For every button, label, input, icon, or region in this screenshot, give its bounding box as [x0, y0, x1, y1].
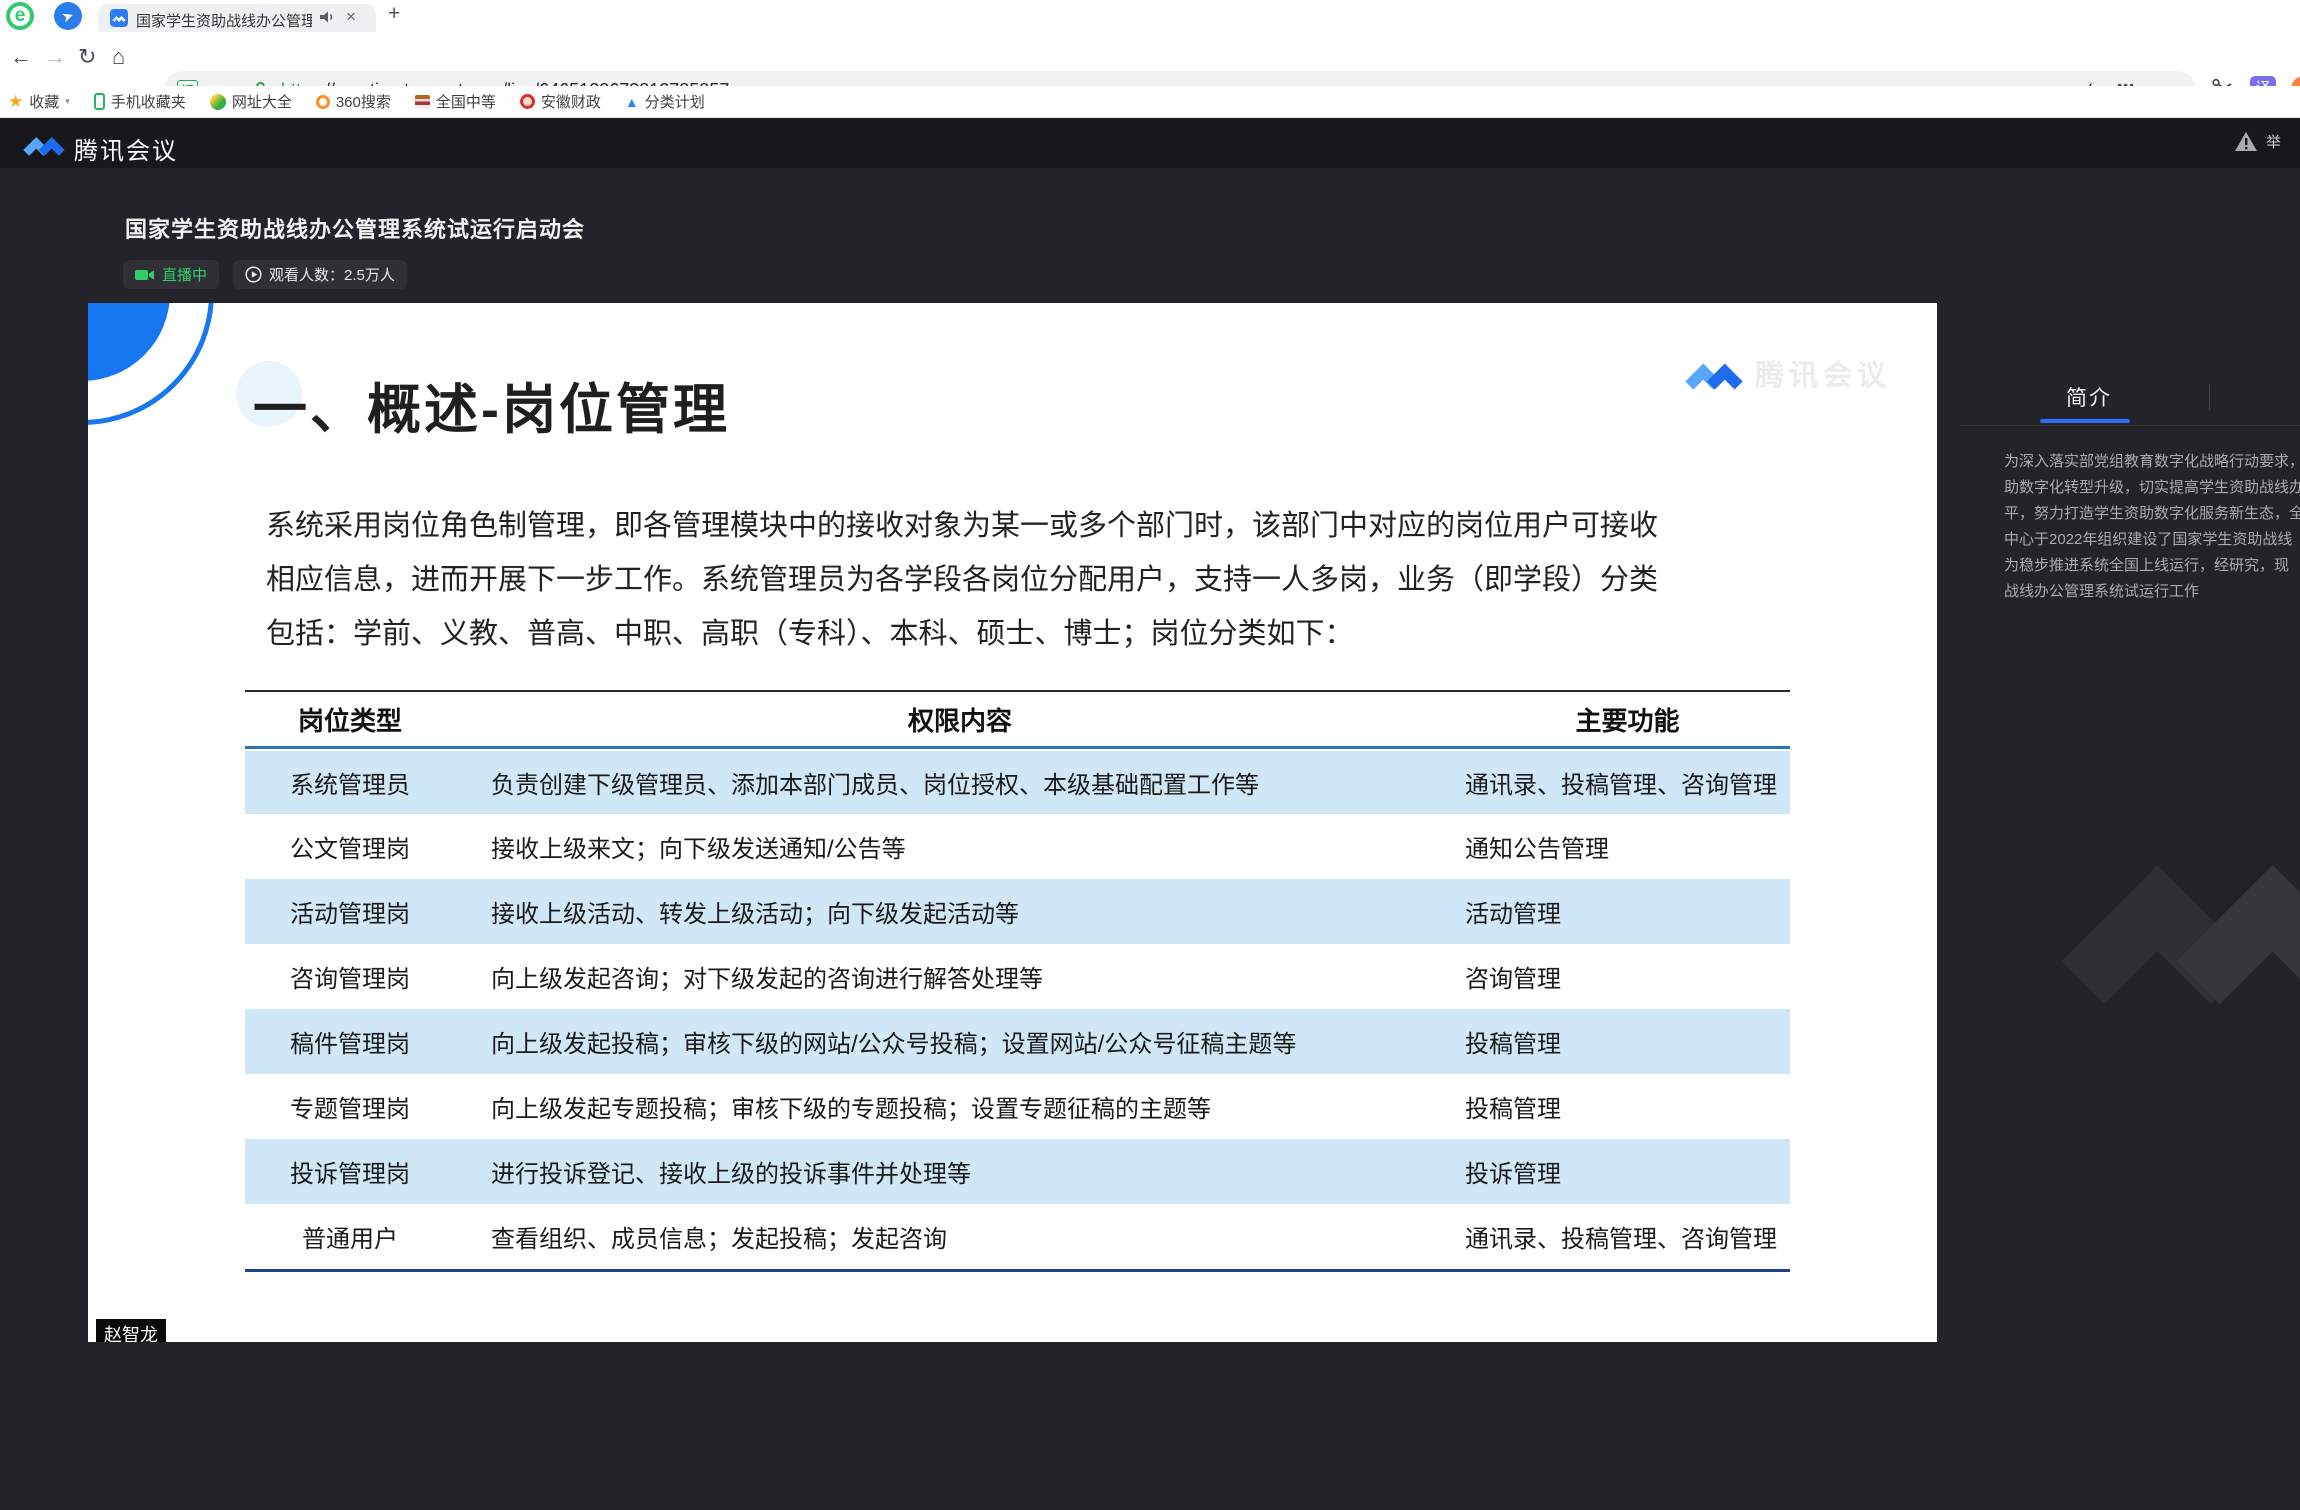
- tab-divider: [2209, 384, 2210, 410]
- col-header-permissions: 权限内容: [455, 701, 1465, 738]
- report-button[interactable]: 举: [2234, 131, 2281, 152]
- table-row: 稿件管理岗 向上级发起投稿；审核下级的网站/公众号投稿；设置网站/公众号征稿主题…: [245, 1009, 1790, 1074]
- bookmark-favorites[interactable]: ★ 收藏 ▾: [8, 91, 70, 112]
- slide-title: 一、概述-岗位管理: [253, 365, 730, 444]
- intro-line: 为稳步推进系统全国上线运行，经研究，现: [2004, 553, 2300, 579]
- bookmark-label: 收藏: [29, 91, 59, 112]
- live-page-main: 国家学生资助战线办公管理系统试运行启动会 直播中 观看人数：2.5万人 一、概述…: [0, 168, 2300, 1342]
- bookmark-label: 360搜索: [336, 91, 391, 112]
- live-status-badge: 直播中: [123, 260, 219, 289]
- new-tab-button[interactable]: +: [388, 2, 400, 26]
- slide-paragraph: 系统采用岗位角色制管理，即各管理模块中的接收对象为某一或多个部门时，该部门中对应…: [266, 499, 1658, 661]
- intro-line: 战线办公管理系统试运行工作: [2004, 579, 2300, 605]
- camera-icon: [135, 267, 155, 283]
- back-icon[interactable]: ←: [10, 44, 32, 70]
- viewers-count: 观看人数：2.5万人: [269, 264, 395, 285]
- table-row: 咨询管理岗 向上级发起咨询；对下级发起的咨询进行解答处理等 咨询管理: [245, 944, 1790, 1009]
- bookmark-site-directory[interactable]: 网址大全: [210, 91, 292, 112]
- live-title: 国家学生资助战线办公管理系统试运行启动会: [125, 212, 585, 244]
- emblem-icon: [520, 94, 535, 109]
- play-circle-icon: [245, 266, 262, 283]
- bookmark-national-site[interactable]: 全国中等: [415, 91, 496, 112]
- browser-logo-icon[interactable]: e: [6, 2, 34, 30]
- tab-active-indicator: [2040, 419, 2130, 423]
- tab-introduction[interactable]: 简介: [2066, 382, 2112, 412]
- browser-tab-strip: e ➤ 国家学生资助战线办公管理 × +: [0, 0, 2300, 32]
- bookmark-label: 分类计划: [645, 91, 705, 112]
- bookmark-label: 手机收藏夹: [111, 91, 186, 112]
- table-header-row: 岗位类型 权限内容 主要功能: [245, 692, 1790, 749]
- tab-favicon-icon: [110, 9, 128, 27]
- bookmark-phone-favorites[interactable]: 手机收藏夹: [94, 91, 186, 112]
- introduction-text: 为深入落实部党组教育数字化战略行动要求， 助数字化转型升级，切实提高学生资助战线…: [2004, 449, 2300, 605]
- table-row: 活动管理岗 接收上级活动、转发上级活动；向下级发起活动等 活动管理: [245, 879, 1790, 944]
- search-ring-icon: [316, 95, 330, 109]
- bookmark-anhui-finance[interactable]: 安徽财政: [520, 91, 601, 112]
- tab-audio-icon[interactable]: [320, 10, 336, 29]
- caret-down-icon: ▾: [65, 96, 70, 107]
- intro-line: 平，努力打造学生资助数字化服务新生态，全: [2004, 501, 2300, 527]
- browser-toolbar: ← → ↻ ⌂ 证 腾讯 https://meeting.tencent.com…: [0, 32, 2300, 86]
- table-row: 公文管理岗 接收上级来文；向下级发送通知/公告等 通知公告管理: [245, 814, 1790, 879]
- report-label-partial: 举: [2266, 131, 2281, 152]
- home-icon[interactable]: ⌂: [112, 44, 125, 70]
- table-row: 投诉管理岗 进行投诉登记、接收上级的投诉事件并处理等 投诉管理: [245, 1139, 1790, 1204]
- brand-name: 腾讯会议: [74, 131, 178, 166]
- star-icon: ★: [8, 92, 23, 112]
- sidebar-divider: [1960, 425, 2300, 426]
- live-badge-label: 直播中: [162, 264, 207, 285]
- intro-line: 助数字化转型升级，切实提高学生资助战线办: [2004, 475, 2300, 501]
- col-header-functions: 主要功能: [1465, 701, 1790, 738]
- presenter-name-tag: 赵智龙: [96, 1319, 166, 1342]
- table-row: 专题管理岗 向上级发起专题投稿；审核下级的专题投稿；设置专题征稿的主题等 投稿管…: [245, 1074, 1790, 1139]
- tab-title: 国家学生资助战线办公管理: [136, 10, 312, 31]
- bookmark-category-plan[interactable]: ▲ 分类计划: [625, 91, 705, 112]
- meeting-header: 腾讯会议 举: [0, 118, 2300, 168]
- warning-icon: [2234, 131, 2258, 152]
- triangle-icon: ▲: [625, 94, 639, 110]
- slide-watermark: 腾讯会议: [1683, 351, 1891, 394]
- paragraph-line: 包括：学前、义教、普高、中职、高职（专科）、本科、硕士、博士；岗位分类如下：: [266, 607, 1658, 661]
- tencent-meeting-logo-icon: [1683, 351, 1745, 394]
- tencent-meeting-logo-icon: [22, 128, 66, 159]
- active-tab[interactable]: 国家学生资助战线办公管理 ×: [98, 4, 376, 32]
- bookmark-label: 网址大全: [232, 91, 292, 112]
- video-player[interactable]: 一、概述-岗位管理 腾讯会议 系统采用岗位角色制管理，即各管理模块中的接收对象为…: [88, 303, 1937, 1342]
- col-header-role: 岗位类型: [245, 701, 455, 738]
- sidebar: 简介 为深入落实部党组教育数字化战略行动要求， 助数字化转型升级，切实提高学生资…: [1960, 336, 2300, 1510]
- roles-table: 岗位类型 权限内容 主要功能 系统管理员 负责创建下级管理员、添加本部门成员、岗…: [245, 690, 1790, 1272]
- table-row: 系统管理员 负责创建下级管理员、添加本部门成员、岗位授权、本级基础配置工作等 通…: [245, 749, 1790, 814]
- globe-icon: [210, 94, 226, 110]
- background-watermark-logo-icon: [2050, 798, 2300, 1028]
- phone-icon: [94, 93, 105, 110]
- table-row: 普通用户 查看组织、成员信息；发起投稿；发起咨询 通讯录、投稿管理、咨询管理: [245, 1204, 1790, 1269]
- flag-icon: [415, 95, 430, 109]
- paragraph-line: 相应信息，进而开展下一步工作。系统管理员为各学段各岗位分配用户，支持一人多岗，业…: [266, 553, 1658, 607]
- bookmark-label: 全国中等: [436, 91, 496, 112]
- bookmark-360-search[interactable]: 360搜索: [316, 91, 391, 112]
- table-body: 系统管理员 负责创建下级管理员、添加本部门成员、岗位授权、本级基础配置工作等 通…: [245, 749, 1790, 1269]
- watermark-text: 腾讯会议: [1755, 352, 1891, 394]
- paragraph-line: 系统采用岗位角色制管理，即各管理模块中的接收对象为某一或多个部门时，该部门中对应…: [266, 499, 1658, 553]
- refresh-icon[interactable]: ↻: [78, 44, 96, 70]
- intro-line: 中心于2022年组织建设了国家学生资助战线: [2004, 527, 2300, 553]
- pinned-app-icon[interactable]: ➤: [54, 2, 82, 30]
- viewers-badge: 观看人数：2.5万人: [233, 260, 407, 289]
- bookmarks-bar: ★ 收藏 ▾ 手机收藏夹 网址大全 360搜索 全国中等 安徽财政 ▲ 分类计划: [0, 86, 2300, 118]
- bookmark-label: 安徽财政: [541, 91, 601, 112]
- intro-line: 为深入落实部党组教育数字化战略行动要求，: [2004, 449, 2300, 475]
- tab-close-icon[interactable]: ×: [346, 7, 356, 27]
- forward-icon[interactable]: →: [44, 44, 66, 70]
